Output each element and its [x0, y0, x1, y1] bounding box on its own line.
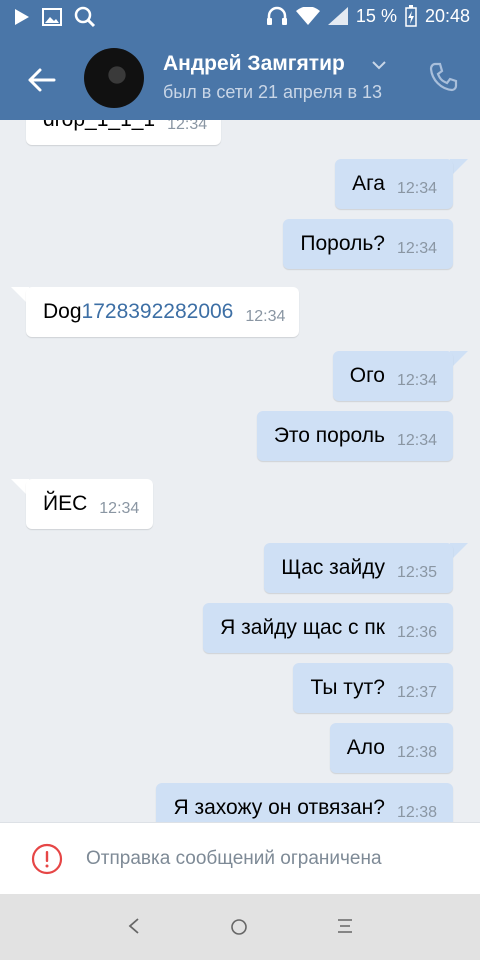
nav-back-icon[interactable]	[124, 916, 144, 936]
message-bubble[interactable]: Пороль? 12:34	[283, 219, 453, 269]
wifi-icon	[295, 7, 320, 25]
call-button[interactable]	[426, 60, 460, 94]
message-text: Я зайду щас с пк	[220, 616, 385, 639]
message-bubble[interactable]: Ага 12:34	[335, 159, 453, 209]
headphones-icon	[266, 6, 287, 25]
phone-icon	[429, 62, 458, 92]
warning-icon	[31, 843, 63, 875]
message-time: 12:38	[396, 804, 437, 821]
message-text: Пороль?	[300, 232, 385, 255]
message-time: 12:34	[99, 500, 140, 517]
message-bubble[interactable]: Щас зайду 12:35	[264, 543, 453, 593]
message-text: Я захожу он отвязан?	[173, 796, 385, 819]
message-text: Ага	[352, 172, 385, 195]
message-bubble[interactable]: Я захожу он отвязан? 12:38	[156, 783, 453, 822]
search-icon	[74, 6, 96, 28]
message-bubble[interactable]: Это пороль 12:34	[256, 411, 453, 461]
message-time: 12:36	[396, 624, 437, 641]
battery-charging-icon	[405, 5, 417, 27]
arrow-left-icon	[28, 68, 56, 92]
gallery-icon	[42, 8, 62, 26]
system-navigation-bar	[0, 894, 480, 960]
message-text: Dog	[43, 300, 82, 323]
message-time: 12:34	[396, 240, 437, 257]
message-time: 12:35	[396, 564, 437, 581]
restriction-text: Отправка сообщений ограничена	[86, 848, 382, 869]
message-text: Ого	[349, 364, 385, 387]
message-text: Ало	[346, 736, 385, 759]
message-text: Ты тут?	[310, 676, 385, 699]
contact-name[interactable]: Андрей Замгятир	[163, 52, 345, 76]
message-bubble[interactable]: Ты тут? 12:37	[293, 663, 453, 713]
nav-home-icon[interactable]	[230, 918, 248, 936]
message-bubble[interactable]: Ого 12:34	[332, 351, 453, 401]
chat-header: Андрей Замгятир был в сети 21 апреля в 1…	[0, 36, 480, 120]
message-bubble[interactable]: ЙЕС 12:34	[26, 479, 154, 529]
message-time: 12:34	[167, 120, 208, 133]
avatar[interactable]	[84, 48, 144, 108]
message-time: 12:34	[245, 308, 286, 325]
message-link[interactable]: 1728392282006	[82, 300, 234, 324]
status-bar: 15 % 20:48	[0, 0, 480, 36]
message-bubble[interactable]: Dog 1728392282006 12:34	[26, 287, 300, 337]
message-bubble[interactable]: drop_1_1_1 12:34	[26, 120, 222, 145]
clock: 20:48	[424, 5, 470, 26]
play-icon	[15, 9, 29, 25]
message-bubble[interactable]: Я зайду щас с пк 12:36	[203, 603, 453, 653]
back-button[interactable]	[22, 60, 62, 100]
message-bubble[interactable]: Ало 12:38	[329, 723, 453, 773]
messaging-restricted-bar: Отправка сообщений ограничена	[0, 822, 480, 895]
message-time: 12:34	[396, 180, 437, 197]
message-text: ЙЕС	[43, 492, 88, 515]
message-time: 12:38	[396, 744, 437, 761]
chevron-down-icon[interactable]	[370, 56, 388, 74]
message-time: 12:34	[396, 432, 437, 449]
message-text: drop_1_1_1	[43, 120, 155, 132]
contact-status: был в сети 21 апреля в 13	[163, 82, 383, 102]
signal-icon	[327, 7, 348, 25]
message-text: Это пороль	[273, 424, 385, 447]
nav-menu-icon[interactable]	[336, 916, 354, 936]
message-text: Щас зайду	[281, 556, 385, 579]
battery-percent: 15 %	[355, 5, 397, 26]
message-list[interactable]: drop_1_1_1 12:34 Ага 12:34 Пороль? 12:34…	[0, 120, 480, 822]
message-time: 12:34	[396, 372, 437, 389]
message-time: 12:37	[396, 684, 437, 701]
